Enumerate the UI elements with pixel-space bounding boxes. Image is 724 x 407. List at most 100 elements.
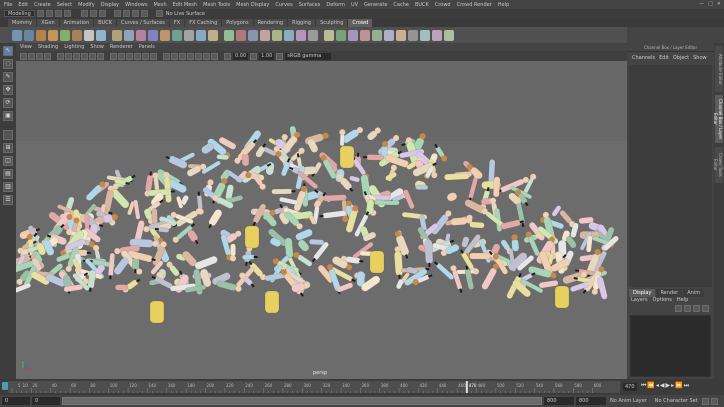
persp-outliner-icon[interactable]: ▤ <box>3 169 13 179</box>
crowd-shelf-tool-4-icon[interactable] <box>48 29 58 41</box>
crowd-shelf-tool-28-icon[interactable] <box>348 29 358 41</box>
crowd-shelf-tool-15-icon[interactable] <box>184 29 194 41</box>
character-set-select[interactable]: No Character Set <box>655 398 698 404</box>
crowd-shelf-tool-11-icon[interactable] <box>136 29 146 41</box>
menu-item-buck[interactable]: BUCK <box>415 2 429 8</box>
anti-aliasing-icon[interactable] <box>179 52 186 60</box>
crowd-shelf-tool-10-icon[interactable] <box>124 29 134 41</box>
crowd-shelf-tool-9-icon[interactable] <box>112 29 122 41</box>
grid-icon[interactable] <box>57 52 64 60</box>
menu-item-display[interactable]: Display <box>101 2 119 8</box>
shelf-tab-sculpting[interactable]: Sculpting <box>316 19 348 27</box>
layer-menu-layers[interactable]: Layers <box>631 297 648 303</box>
close-icon[interactable]: ✕ <box>717 1 721 7</box>
live-surface-label[interactable]: No Live Surface <box>166 11 205 17</box>
preferences-icon[interactable] <box>710 397 718 405</box>
crowd-shelf-tool-32-icon[interactable] <box>396 29 406 41</box>
paint-select-icon[interactable]: ✎ <box>3 72 13 82</box>
crowd-shelf-tool-2-icon[interactable] <box>24 29 34 41</box>
wireframe-icon[interactable] <box>110 52 117 60</box>
layer-tab-render[interactable]: Render <box>656 289 683 297</box>
select-object-icon[interactable] <box>89 10 97 17</box>
exposure-icon[interactable] <box>224 52 231 60</box>
folder-icon[interactable] <box>36 10 44 17</box>
menu-item-mesh-display[interactable]: Mesh Display <box>236 2 269 8</box>
shelf-tab-crowd[interactable]: Crowd <box>348 19 373 27</box>
layer-menu-help[interactable]: Help <box>677 297 688 303</box>
rotate-tool-icon[interactable]: ⟳ <box>3 98 13 108</box>
layer-tab-anim[interactable]: Anim <box>683 289 705 297</box>
viewport-menu-renderer[interactable]: Renderer <box>110 44 133 50</box>
range-slider[interactable] <box>62 397 542 405</box>
crowd-shelf-tool-20-icon[interactable] <box>248 29 258 41</box>
menu-item-create[interactable]: Create <box>34 2 51 8</box>
single-view-icon[interactable] <box>3 130 13 140</box>
shadows-icon[interactable] <box>150 52 157 60</box>
gamma-icon[interactable] <box>250 52 258 60</box>
current-frame-field[interactable]: 470 <box>623 383 637 391</box>
crowd-shelf-tool-22-icon[interactable] <box>272 29 282 41</box>
menu-item-crowd[interactable]: Crowd <box>435 2 451 8</box>
crowd-shelf-tool-36-icon[interactable] <box>444 29 454 41</box>
menu-item-select[interactable]: Select <box>57 2 72 8</box>
crowd-shelf-tool-3-icon[interactable] <box>36 29 46 41</box>
color-management-icon[interactable] <box>276 52 284 60</box>
anim-layer-select[interactable]: No Anim Layer <box>610 398 647 404</box>
viewport-menu-lighting[interactable]: Lighting <box>64 44 84 50</box>
lasso-tool-icon[interactable]: ◌ <box>3 59 13 69</box>
outliner-icon[interactable]: ☰ <box>3 195 13 205</box>
time-ruler[interactable]: 5 10 20 40 60 80 100 120 140 160 180 200 220 240 260 28… <box>8 381 620 393</box>
crowd-shelf-tool-16-icon[interactable] <box>196 29 206 41</box>
field-chart-icon[interactable] <box>89 52 96 60</box>
menu-item-curves[interactable]: Curves <box>275 2 292 8</box>
crowd-shelf-tool-33-icon[interactable] <box>408 29 418 41</box>
redo-icon[interactable] <box>63 10 71 17</box>
camera-attributes-icon[interactable] <box>28 52 35 60</box>
undo-icon[interactable] <box>54 10 62 17</box>
side-tab-channel-box-layer-editor[interactable]: Channel Box / Layer Editor <box>713 95 723 143</box>
maximize-icon[interactable]: □ <box>708 1 713 7</box>
snap-grid-icon[interactable] <box>113 10 121 17</box>
select-component-icon[interactable] <box>98 10 106 17</box>
viewport-menu-shading[interactable]: Shading <box>38 44 58 50</box>
menu-item-mesh[interactable]: Mesh <box>153 2 166 8</box>
snap-point-icon[interactable] <box>131 10 139 17</box>
shelf-tab-polygons[interactable]: Polygons <box>222 19 253 27</box>
crowd-shelf-tool-29-icon[interactable] <box>360 29 370 41</box>
menu-item-uv[interactable]: UV <box>351 2 358 8</box>
crowd-shelf-tool-24-icon[interactable] <box>296 29 306 41</box>
layer-tab-display[interactable]: Display <box>629 289 656 297</box>
shelf-tab-buck[interactable]: BUCK <box>94 19 116 27</box>
shelf-tab-curves-surfaces[interactable]: Curves / Surfaces <box>117 19 169 27</box>
shelf-tab-xgen[interactable]: XGen <box>37 19 59 27</box>
film-gate-icon[interactable] <box>65 52 72 60</box>
crowd-shelf-tool-30-icon[interactable] <box>372 29 382 41</box>
resolution-gate-icon[interactable] <box>73 52 80 60</box>
shelf-tab-rendering[interactable]: Rendering <box>253 19 288 27</box>
persp-graph-icon[interactable]: ▥ <box>3 182 13 192</box>
go-to-end-icon[interactable]: ⏭ <box>684 382 689 390</box>
isolate-select-icon[interactable] <box>195 52 202 60</box>
crowd-shelf-tool-8-icon[interactable] <box>96 29 106 41</box>
smooth-shade-icon[interactable] <box>118 52 125 60</box>
side-tab-attribute-editor[interactable]: Attribute Editor <box>715 46 723 92</box>
crowd-shelf-tool-27-icon[interactable] <box>336 29 346 41</box>
gate-mask-icon[interactable] <box>81 52 88 60</box>
side-tab-crowd-tools-editor[interactable]: Crowd Tools Editor <box>713 147 723 183</box>
shelf-tab-rigging[interactable]: Rigging <box>288 19 316 27</box>
start-time-field[interactable]: 0 <box>2 397 30 405</box>
play-forward-icon[interactable]: ▶ <box>666 382 671 390</box>
image-plane-icon[interactable] <box>44 52 51 60</box>
crowd-shelf-tool-25-icon[interactable] <box>308 29 318 41</box>
wireframe-on-shaded-icon[interactable] <box>126 52 133 60</box>
crowd-shelf-tool-13-icon[interactable] <box>160 29 170 41</box>
textured-icon[interactable] <box>134 52 141 60</box>
channel-menu-object[interactable]: Object <box>673 55 689 61</box>
viewport-menu-show[interactable]: Show <box>90 44 104 50</box>
move-tool-icon[interactable]: ✥ <box>3 85 13 95</box>
menu-item-edit[interactable]: Edit <box>18 2 28 8</box>
camera-select-icon[interactable] <box>20 52 27 60</box>
menu-item-windows[interactable]: Windows <box>125 2 147 8</box>
menu-item-crowd-render[interactable]: Crowd Render <box>457 2 492 8</box>
crowd-shelf-tool-31-icon[interactable] <box>384 29 394 41</box>
